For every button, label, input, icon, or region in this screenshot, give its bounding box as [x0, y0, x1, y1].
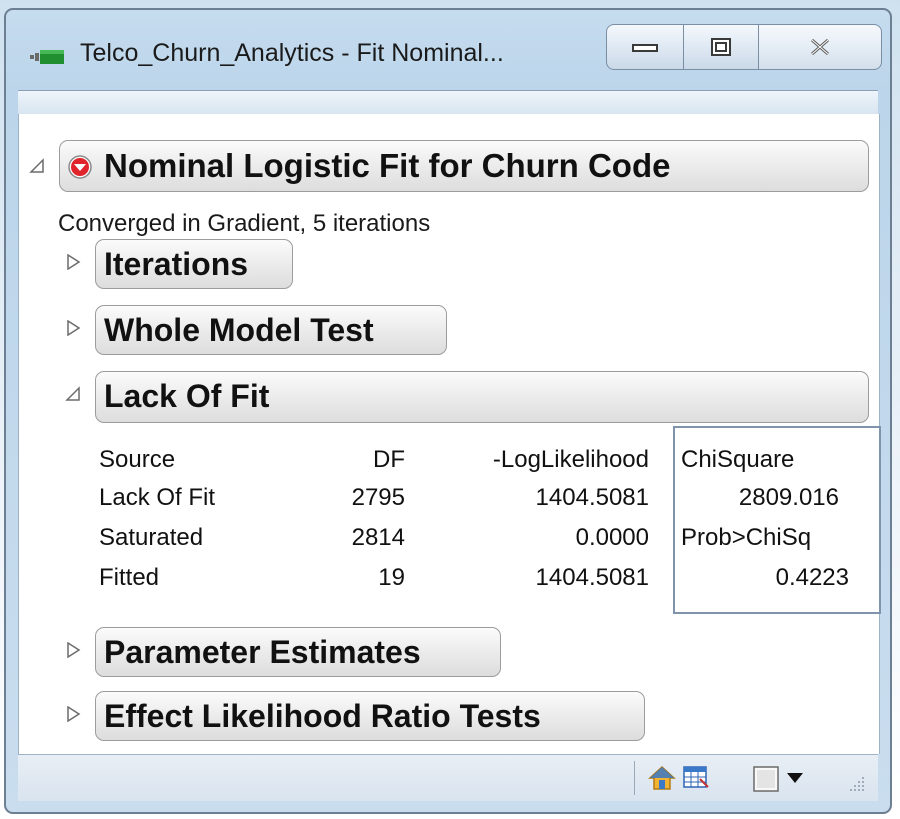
- iterations-header[interactable]: Iterations: [95, 239, 293, 289]
- iterations-label: Iterations: [104, 246, 249, 282]
- lack-of-fit-header[interactable]: Lack Of Fit: [95, 371, 869, 423]
- status-bar: [18, 754, 878, 801]
- minimize-button[interactable]: [606, 24, 684, 70]
- window-title: Telco_Churn_Analytics - Fit Nominal...: [80, 39, 504, 67]
- dropdown-arrow-icon[interactable]: [786, 771, 804, 785]
- minimize-icon: [632, 44, 658, 52]
- report-window: Telco_Churn_Analytics - Fit Nominal... N…: [4, 8, 892, 814]
- parameter-estimates-header[interactable]: Parameter Estimates: [95, 627, 501, 677]
- table-cell-df: 19: [378, 564, 405, 591]
- parameter-estimates-label: Parameter Estimates: [104, 634, 421, 670]
- app-icon: [30, 50, 64, 64]
- table-cell-source: Lack Of Fit: [99, 484, 216, 511]
- table-cell-source: Fitted: [99, 564, 160, 591]
- col-header-df: DF: [373, 446, 405, 473]
- home-icon[interactable]: [648, 765, 676, 791]
- report-content: Nominal Logistic Fit for Churn Code Conv…: [18, 114, 881, 754]
- table-cell-loglikelihood: 1404.5081: [535, 484, 649, 511]
- prob-chisq-value: 0.4223: [775, 564, 849, 591]
- col-header-source: Source: [99, 446, 176, 473]
- col-header-loglikelihood: -LogLikelihood: [492, 446, 649, 473]
- table-cell-df: 2795: [351, 484, 405, 511]
- report-title: Nominal Logistic Fit for Churn Code: [104, 147, 671, 184]
- table-grid-icon[interactable]: [682, 765, 710, 791]
- chisquare-box: ChiSquare 2809.016 Prob>ChiSq 0.4223: [673, 426, 881, 614]
- table-cell-loglikelihood: 1404.5081: [535, 564, 649, 591]
- menu-bar: [18, 90, 878, 115]
- disclosure-closed-icon[interactable]: [65, 642, 81, 658]
- whole-model-test-label: Whole Model Test: [104, 312, 374, 348]
- lack-of-fit-label: Lack Of Fit: [104, 378, 270, 414]
- effect-lr-tests-header[interactable]: Effect Likelihood Ratio Tests: [95, 691, 645, 741]
- disclosure-open-icon[interactable]: [65, 386, 81, 402]
- table-cell-df: 2814: [351, 524, 405, 551]
- red-triangle-menu-icon[interactable]: [68, 155, 92, 179]
- table-cell-source: Saturated: [99, 524, 204, 551]
- checkbox-icon[interactable]: [752, 765, 780, 793]
- title-bar[interactable]: Telco_Churn_Analytics - Fit Nominal...: [6, 10, 890, 90]
- convergence-text: Converged in Gradient, 5 iterations: [58, 210, 431, 237]
- disclosure-closed-icon[interactable]: [65, 254, 81, 270]
- table-cell-loglikelihood: 0.0000: [575, 524, 649, 551]
- chisquare-value: 2809.016: [738, 484, 839, 511]
- disclosure-open-icon[interactable]: [29, 158, 45, 174]
- whole-model-test-header[interactable]: Whole Model Test: [95, 305, 447, 355]
- col-header-prob-chisq: Prob>ChiSq: [681, 524, 812, 551]
- effect-lr-tests-label: Effect Likelihood Ratio Tests: [104, 698, 541, 734]
- maximize-icon: [711, 38, 731, 56]
- disclosure-closed-icon[interactable]: [65, 706, 81, 722]
- status-divider: [634, 761, 635, 795]
- disclosure-closed-icon[interactable]: [65, 320, 81, 336]
- close-icon: [811, 38, 829, 56]
- report-header[interactable]: Nominal Logistic Fit for Churn Code: [59, 140, 869, 192]
- maximize-button[interactable]: [683, 24, 759, 70]
- close-button[interactable]: [758, 24, 882, 70]
- col-header-chisquare: ChiSquare: [681, 446, 795, 473]
- resize-grip-icon[interactable]: [844, 771, 866, 793]
